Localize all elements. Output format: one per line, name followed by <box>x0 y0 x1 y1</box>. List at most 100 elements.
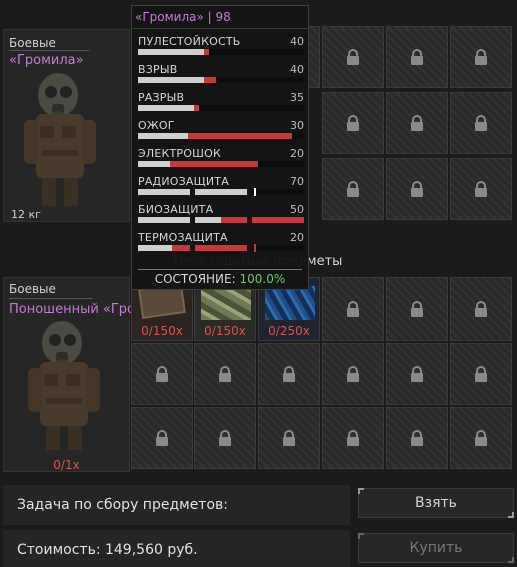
stat-bio-protection: БИОЗАЩИТА 50 <box>138 201 304 225</box>
corner-decoration <box>358 488 364 494</box>
stat-thermal-protection: ТЕРМОЗАЩИТА 20 <box>138 229 304 253</box>
stat-bar <box>138 105 304 111</box>
armor-suit-image <box>28 321 100 450</box>
item-name: «Громила» <box>9 53 84 68</box>
stat-bar <box>138 77 304 83</box>
corner-decoration <box>508 557 514 563</box>
locked-slot[interactable] <box>131 343 193 405</box>
lock-icon <box>475 430 487 446</box>
stat-bar <box>138 189 190 195</box>
stat-bar <box>138 161 304 167</box>
locked-slot[interactable] <box>386 26 448 88</box>
lock-icon <box>347 49 359 65</box>
divider <box>132 28 308 29</box>
stat-label: ЭЛЕКТРОШОК <box>138 147 221 160</box>
locked-slot[interactable] <box>322 92 384 154</box>
item-type-label: Боевые <box>9 36 56 50</box>
stat-radiation-protection: РАДИОЗАЩИТА 70 <box>138 173 304 197</box>
lock-icon <box>475 181 487 197</box>
locked-slot[interactable] <box>450 343 512 405</box>
locked-slot[interactable] <box>131 407 193 469</box>
tooltip-item-level: | 98 <box>207 10 231 24</box>
take-button[interactable]: Взять <box>358 488 514 518</box>
stat-value: 70 <box>290 175 304 188</box>
buy-button[interactable]: Купить <box>358 533 514 563</box>
blue-crystals-image <box>265 286 315 320</box>
stat-label: РАЗРЫВ <box>138 91 185 104</box>
lock-icon <box>411 115 423 131</box>
stat-bar <box>252 217 304 223</box>
stat-bar <box>138 245 190 251</box>
locked-slot[interactable] <box>322 343 384 405</box>
locked-slot[interactable] <box>386 277 448 341</box>
corner-decoration <box>358 533 364 539</box>
stat-bar <box>138 217 190 223</box>
stat-label: ТЕРМОЗАЩИТА <box>138 231 228 244</box>
stat-value: 40 <box>290 35 304 48</box>
tooltip-title: «Громила» | 98 <box>135 10 231 24</box>
stat-bullet-resistance: ПУЛЕСТОЙКОСТЬ 40 <box>138 33 304 57</box>
stat-explosion: ВЗРЫВ 40 <box>138 61 304 85</box>
locked-slot[interactable] <box>386 343 448 405</box>
locked-slot[interactable] <box>450 158 512 220</box>
locked-slot[interactable] <box>194 343 256 405</box>
cost-panel: Стоимость: 149,560 руб. <box>3 530 350 567</box>
lock-icon <box>347 430 359 446</box>
lock-icon <box>283 366 295 382</box>
locked-slot[interactable] <box>386 158 448 220</box>
item-type-label: Боевые <box>9 282 56 296</box>
lock-icon <box>156 366 168 382</box>
stat-bar <box>195 217 247 223</box>
condition-value: 100.0% <box>239 272 286 286</box>
stat-value: 20 <box>290 147 304 160</box>
locked-slot[interactable] <box>450 407 512 469</box>
locked-slot[interactable] <box>450 92 512 154</box>
stat-label: БИОЗАЩИТА <box>138 203 214 216</box>
take-button-label: Взять <box>415 495 457 511</box>
lock-icon <box>219 430 231 446</box>
locked-slot[interactable] <box>322 158 384 220</box>
lock-icon <box>156 430 168 446</box>
tooltip-item-name: «Громила» <box>135 10 204 24</box>
equipped-item-card[interactable]: Боевые «Громила» 12 кг <box>3 29 130 222</box>
condition-label: СОСТОЯНИЕ: <box>154 272 236 286</box>
locked-slot[interactable] <box>386 407 448 469</box>
stat-value: 35 <box>290 91 304 104</box>
lock-icon <box>347 181 359 197</box>
lock-icon <box>219 366 231 382</box>
lock-icon <box>475 49 487 65</box>
locked-slot[interactable] <box>322 277 384 341</box>
item-count: 0/150x <box>204 324 246 338</box>
locked-slot[interactable] <box>322 26 384 88</box>
locked-slot[interactable] <box>450 277 512 341</box>
item-count: 0/1x <box>53 458 80 472</box>
locked-slot[interactable] <box>386 92 448 154</box>
task-panel: Задача по сбору предметов: <box>3 485 350 525</box>
corner-decoration <box>508 512 514 518</box>
lock-icon <box>347 115 359 131</box>
stat-electroshock: ЭЛЕКТРОШОК 20 <box>138 145 304 169</box>
lock-icon <box>347 366 359 382</box>
target-item-card[interactable]: Боевые Поношенный «Гро... 0/1x <box>3 277 131 472</box>
locked-slot[interactable] <box>322 407 384 469</box>
task-label: Задача по сбору предметов: <box>17 497 228 513</box>
locked-slot[interactable] <box>450 26 512 88</box>
locked-slot[interactable] <box>194 407 256 469</box>
item-count: 0/250x <box>268 324 310 338</box>
stat-label: ОЖОГ <box>138 119 175 132</box>
lock-icon <box>475 301 487 317</box>
locked-slot[interactable] <box>258 407 320 469</box>
item-name: Поношенный «Гро... <box>9 302 131 317</box>
cost-label: Стоимость: 149,560 руб. <box>17 542 198 558</box>
buy-button-label: Купить <box>409 540 463 556</box>
stat-bar <box>195 245 247 251</box>
lock-icon <box>411 181 423 197</box>
stat-bar <box>252 188 304 196</box>
stat-label: ПУЛЕСТОЙКОСТЬ <box>138 35 241 48</box>
stat-rupture: РАЗРЫВ 35 <box>138 89 304 113</box>
locked-slot[interactable] <box>258 343 320 405</box>
stat-bar <box>138 133 304 139</box>
stat-value: 40 <box>290 63 304 76</box>
lock-icon <box>411 49 423 65</box>
stat-label: РАДИОЗАЩИТА <box>138 175 229 188</box>
